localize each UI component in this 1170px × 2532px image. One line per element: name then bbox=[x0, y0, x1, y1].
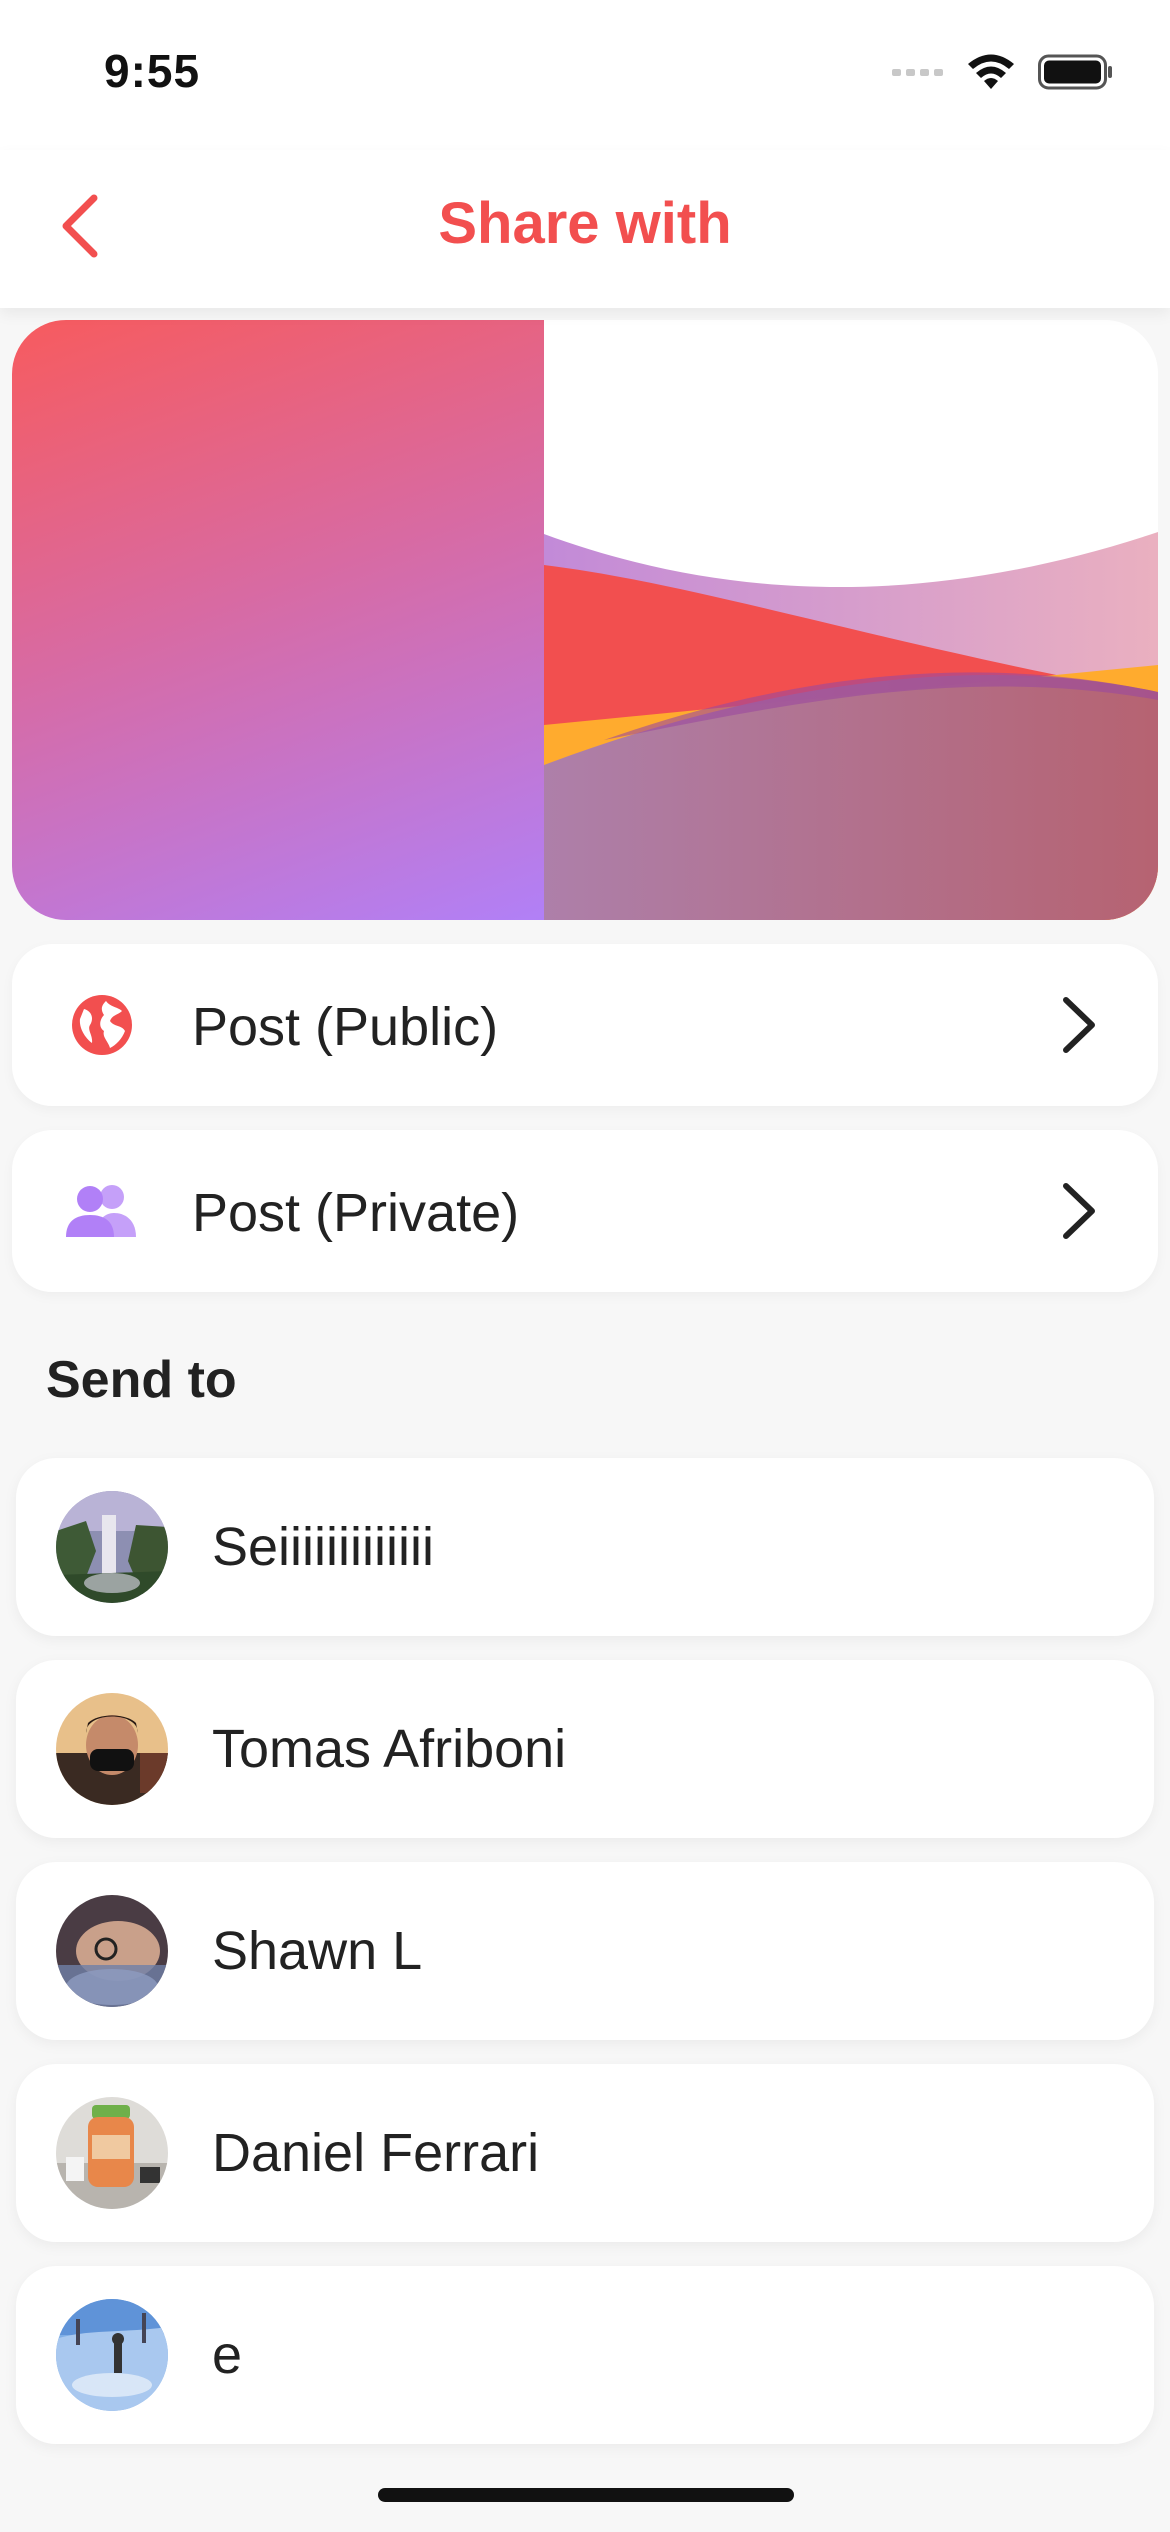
chevron-right-icon bbox=[1063, 997, 1095, 1053]
globe-icon bbox=[66, 989, 138, 1061]
send-to-heading: Send to bbox=[46, 1351, 237, 1409]
contact-name: Shawn L bbox=[212, 1921, 423, 1981]
avatar bbox=[56, 2097, 168, 2209]
post-private-label: Post (Private) bbox=[192, 1183, 520, 1243]
contact-name: Daniel Ferrari bbox=[212, 2123, 540, 2183]
contact-row[interactable]: e bbox=[16, 2266, 1154, 2444]
post-private-option[interactable]: Post (Private) bbox=[12, 1130, 1158, 1292]
wifi-icon bbox=[968, 54, 1014, 89]
avatar bbox=[56, 1693, 168, 1805]
avatar bbox=[56, 2299, 168, 2411]
avatar bbox=[56, 1895, 168, 2007]
contact-row[interactable]: Shawn L bbox=[16, 1862, 1154, 2040]
contact-row[interactable]: Daniel Ferrari bbox=[16, 2064, 1154, 2242]
status-icons bbox=[892, 52, 1114, 92]
contact-row[interactable]: Tomas Afriboni bbox=[16, 1660, 1154, 1838]
contact-row[interactable]: Seiiiiiiiiiiiii bbox=[16, 1458, 1154, 1636]
contact-name: Tomas Afriboni bbox=[212, 1719, 567, 1779]
battery-icon bbox=[1038, 54, 1112, 90]
contact-name: Seiiiiiiiiiiiii bbox=[212, 1517, 435, 1577]
people-icon bbox=[66, 1175, 138, 1247]
post-public-option[interactable]: Post (Public) bbox=[12, 944, 1158, 1106]
page-title: Share with bbox=[438, 191, 732, 256]
status-bar: 9:55 bbox=[0, 0, 1170, 150]
avatar bbox=[56, 1491, 168, 1603]
cellular-signal-icon bbox=[892, 69, 943, 76]
chevron-right-icon bbox=[1063, 1183, 1095, 1239]
header: Share with bbox=[0, 150, 1170, 308]
preview-gradient-panel bbox=[12, 320, 544, 920]
preview-wave-graphic bbox=[544, 320, 1158, 920]
post-public-label: Post (Public) bbox=[192, 997, 499, 1057]
contact-name: e bbox=[212, 2325, 243, 2385]
home-indicator[interactable] bbox=[378, 2488, 794, 2502]
share-preview-card bbox=[12, 320, 1158, 920]
status-time: 9:55 bbox=[104, 45, 201, 97]
